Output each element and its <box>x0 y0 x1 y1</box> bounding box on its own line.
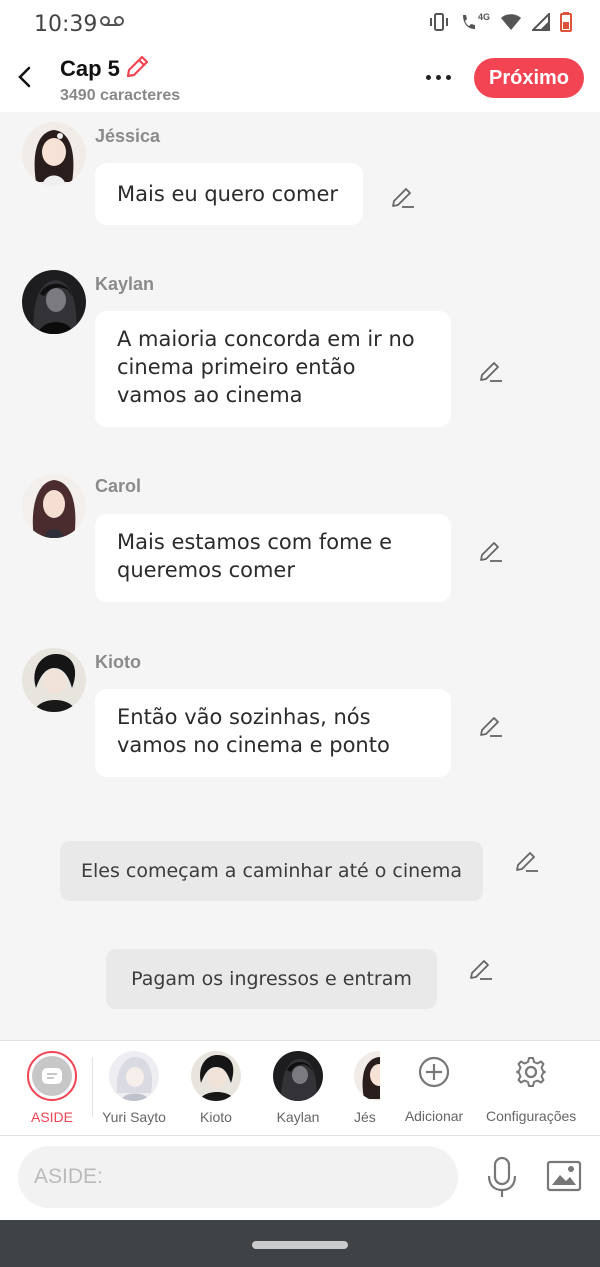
character-jessica[interactable]: Jés <box>354 1051 380 1125</box>
message-item: Carol Mais estamos com fome e queremos c… <box>0 472 600 604</box>
avatar <box>109 1051 159 1101</box>
input-bar <box>0 1136 600 1220</box>
character-label: ASIDE <box>30 1109 73 1125</box>
signal-icon <box>532 13 550 31</box>
microphone-icon[interactable] <box>484 1156 520 1200</box>
avatar <box>22 648 86 712</box>
sender-name: Kaylan <box>95 274 155 294</box>
settings-label: Configurações <box>486 1108 577 1124</box>
character-yuri-sayto[interactable]: Yuri Sayto <box>101 1051 167 1125</box>
message-bubble[interactable]: Mais eu quero comer <box>95 163 363 225</box>
add-label: Adicionar <box>404 1108 464 1124</box>
network-label: 4G <box>477 12 490 22</box>
more-dot-icon <box>445 74 451 80</box>
sender-name: Carol <box>95 476 142 496</box>
chapter-title[interactable]: Cap 5 <box>60 56 120 82</box>
character-label: Yuri Sayto <box>102 1109 166 1125</box>
add-circle-icon <box>418 1056 450 1088</box>
narration-bubble[interactable]: Pagam os ingressos e entram <box>106 949 437 1009</box>
chat-area[interactable]: Jéssica Mais eu quero comer Kaylan A mai… <box>0 112 600 1040</box>
more-dot-icon <box>425 74 431 80</box>
avatar <box>22 270 86 334</box>
status-bar: 10:39 4G <box>0 0 600 46</box>
avatar <box>273 1051 323 1101</box>
back-arrow-icon <box>18 66 31 88</box>
avatar <box>22 122 86 186</box>
edit-narration-icon[interactable] <box>468 956 494 982</box>
system-nav-bar <box>0 1220 600 1267</box>
add-character-button[interactable]: Adicionar <box>400 1051 468 1124</box>
status-time: 10:39 <box>34 12 98 37</box>
gear-icon <box>516 1057 546 1087</box>
next-button[interactable]: Próximo <box>474 58 584 98</box>
edit-message-icon[interactable] <box>478 538 504 564</box>
aside-avatar <box>27 1051 77 1101</box>
avatar <box>22 474 86 538</box>
more-options-button[interactable] <box>420 62 456 92</box>
divider <box>92 1057 93 1117</box>
settings-button[interactable]: Configurações <box>486 1051 576 1124</box>
aside-input[interactable] <box>18 1146 458 1208</box>
character-count: 3490 caracteres <box>60 87 181 104</box>
wifi-icon <box>501 14 521 30</box>
character-label: Kioto <box>200 1109 232 1125</box>
character-kioto[interactable]: Kioto <box>186 1051 246 1125</box>
avatar <box>191 1051 241 1101</box>
edit-narration-icon[interactable] <box>514 848 540 874</box>
battery-icon <box>560 12 572 32</box>
message-item: Kaylan A maioria concorda em ir no cinem… <box>0 270 600 430</box>
sender-name: Jéssica <box>95 126 161 146</box>
voicemail-icon <box>100 16 124 26</box>
edit-title-icon[interactable] <box>124 54 150 80</box>
character-kaylan[interactable]: Kaylan <box>268 1051 328 1125</box>
character-aside[interactable]: ASIDE <box>22 1051 82 1125</box>
call-icon <box>462 15 475 29</box>
message-bubble[interactable]: A maioria concorda em ir no cinema prime… <box>95 311 451 427</box>
vibrate-icon <box>429 13 448 31</box>
edit-message-icon[interactable] <box>478 713 504 739</box>
home-gesture-handle[interactable] <box>252 1241 348 1249</box>
more-dot-icon <box>435 74 441 80</box>
back-button[interactable] <box>12 62 36 92</box>
network-indicator: 4G <box>460 12 490 32</box>
character-selector: ASIDE Yuri Sayto Kioto Kaylan Jés Adicio… <box>0 1040 600 1136</box>
edit-message-icon[interactable] <box>478 358 504 384</box>
chat-bubble-icon <box>42 1068 62 1084</box>
edit-message-icon[interactable] <box>390 184 416 210</box>
message-bubble[interactable]: Mais estamos com fome e queremos comer <box>95 514 451 602</box>
editor-header: Cap 5 3490 caracteres Próximo <box>0 46 600 112</box>
avatar <box>354 1051 380 1101</box>
character-label: Jés <box>354 1109 376 1125</box>
narration-bubble[interactable]: Eles começam a caminhar até o cinema <box>60 841 483 901</box>
message-item: Kioto Então vão sozinhas, nós vamos no c… <box>0 648 600 780</box>
sender-name: Kioto <box>95 652 141 672</box>
message-item: Jéssica Mais eu quero comer <box>0 122 600 232</box>
character-label: Kaylan <box>276 1109 320 1125</box>
image-icon[interactable] <box>546 1158 582 1194</box>
status-icons: 4G <box>428 12 572 32</box>
message-bubble[interactable]: Então vão sozinhas, nós vamos no cinema … <box>95 689 451 777</box>
